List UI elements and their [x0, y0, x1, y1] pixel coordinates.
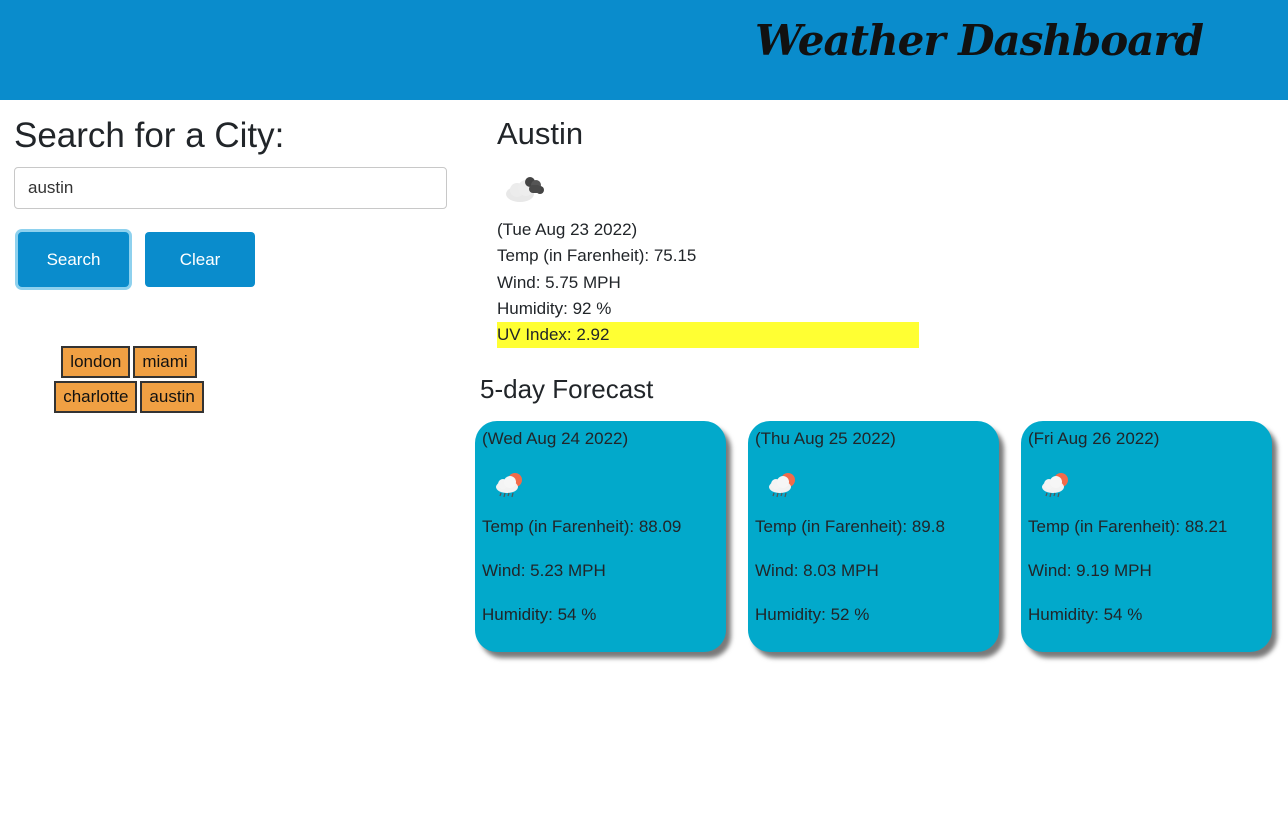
forecast-temp: Temp (in Farenheit): 88.21	[1028, 517, 1228, 536]
forecast-temp: Temp (in Farenheit): 88.09	[482, 517, 682, 536]
forecast-date: (Wed Aug 24 2022)	[482, 429, 629, 448]
forecast-card: (Thu Aug 25 2022) Temp (in Farenheit): 8…	[748, 421, 999, 652]
forecast-humidity: Humidity: 54 %	[482, 605, 597, 624]
forecast-wind: Wind: 9.19 MPH	[1028, 561, 1152, 580]
forecast-card: (Fri Aug 26 2022) Temp (in Farenheit): 8…	[1021, 421, 1272, 652]
history-city-button[interactable]: london	[61, 346, 131, 378]
history-city-button[interactable]: austin	[140, 381, 204, 413]
search-button[interactable]: Search	[18, 232, 129, 287]
page-header: Weather Dashboard	[0, 0, 1288, 100]
history-city-button[interactable]: charlotte	[54, 381, 138, 413]
rain-sun-icon	[1042, 473, 1068, 498]
cloudy-icon	[506, 177, 544, 202]
forecast-card: (Wed Aug 24 2022) Temp (in Farenheit): 8…	[475, 421, 726, 652]
forecast-wind: Wind: 8.03 MPH	[755, 561, 879, 580]
city-search-input[interactable]	[14, 167, 447, 209]
current-temp: Temp (in Farenheit): 75.15	[497, 246, 697, 265]
history-city-button[interactable]: miami	[133, 346, 197, 378]
forecast-heading: 5-day Forecast	[480, 374, 654, 404]
forecast-humidity: Humidity: 52 %	[755, 605, 870, 624]
current-humidity: Humidity: 92 %	[497, 299, 612, 318]
current-wind: Wind: 5.75 MPH	[497, 273, 621, 292]
current-date: (Tue Aug 23 2022)	[497, 220, 638, 239]
uv-index: UV Index: 2.92	[497, 322, 919, 348]
search-heading: Search for a City:	[14, 116, 285, 155]
forecast-date: (Thu Aug 25 2022)	[755, 429, 896, 448]
search-history: london miami charlotte austin	[44, 346, 214, 413]
forecast-date: (Fri Aug 26 2022)	[1028, 429, 1160, 448]
app-title: Weather Dashboard	[755, 16, 1204, 65]
clear-button[interactable]: Clear	[145, 232, 255, 287]
current-city-name: Austin	[497, 116, 584, 151]
forecast-wind: Wind: 5.23 MPH	[482, 561, 606, 580]
forecast-temp: Temp (in Farenheit): 89.8	[755, 517, 945, 536]
rain-sun-icon	[496, 473, 522, 498]
rain-sun-icon	[769, 473, 795, 498]
forecast-humidity: Humidity: 54 %	[1028, 605, 1143, 624]
